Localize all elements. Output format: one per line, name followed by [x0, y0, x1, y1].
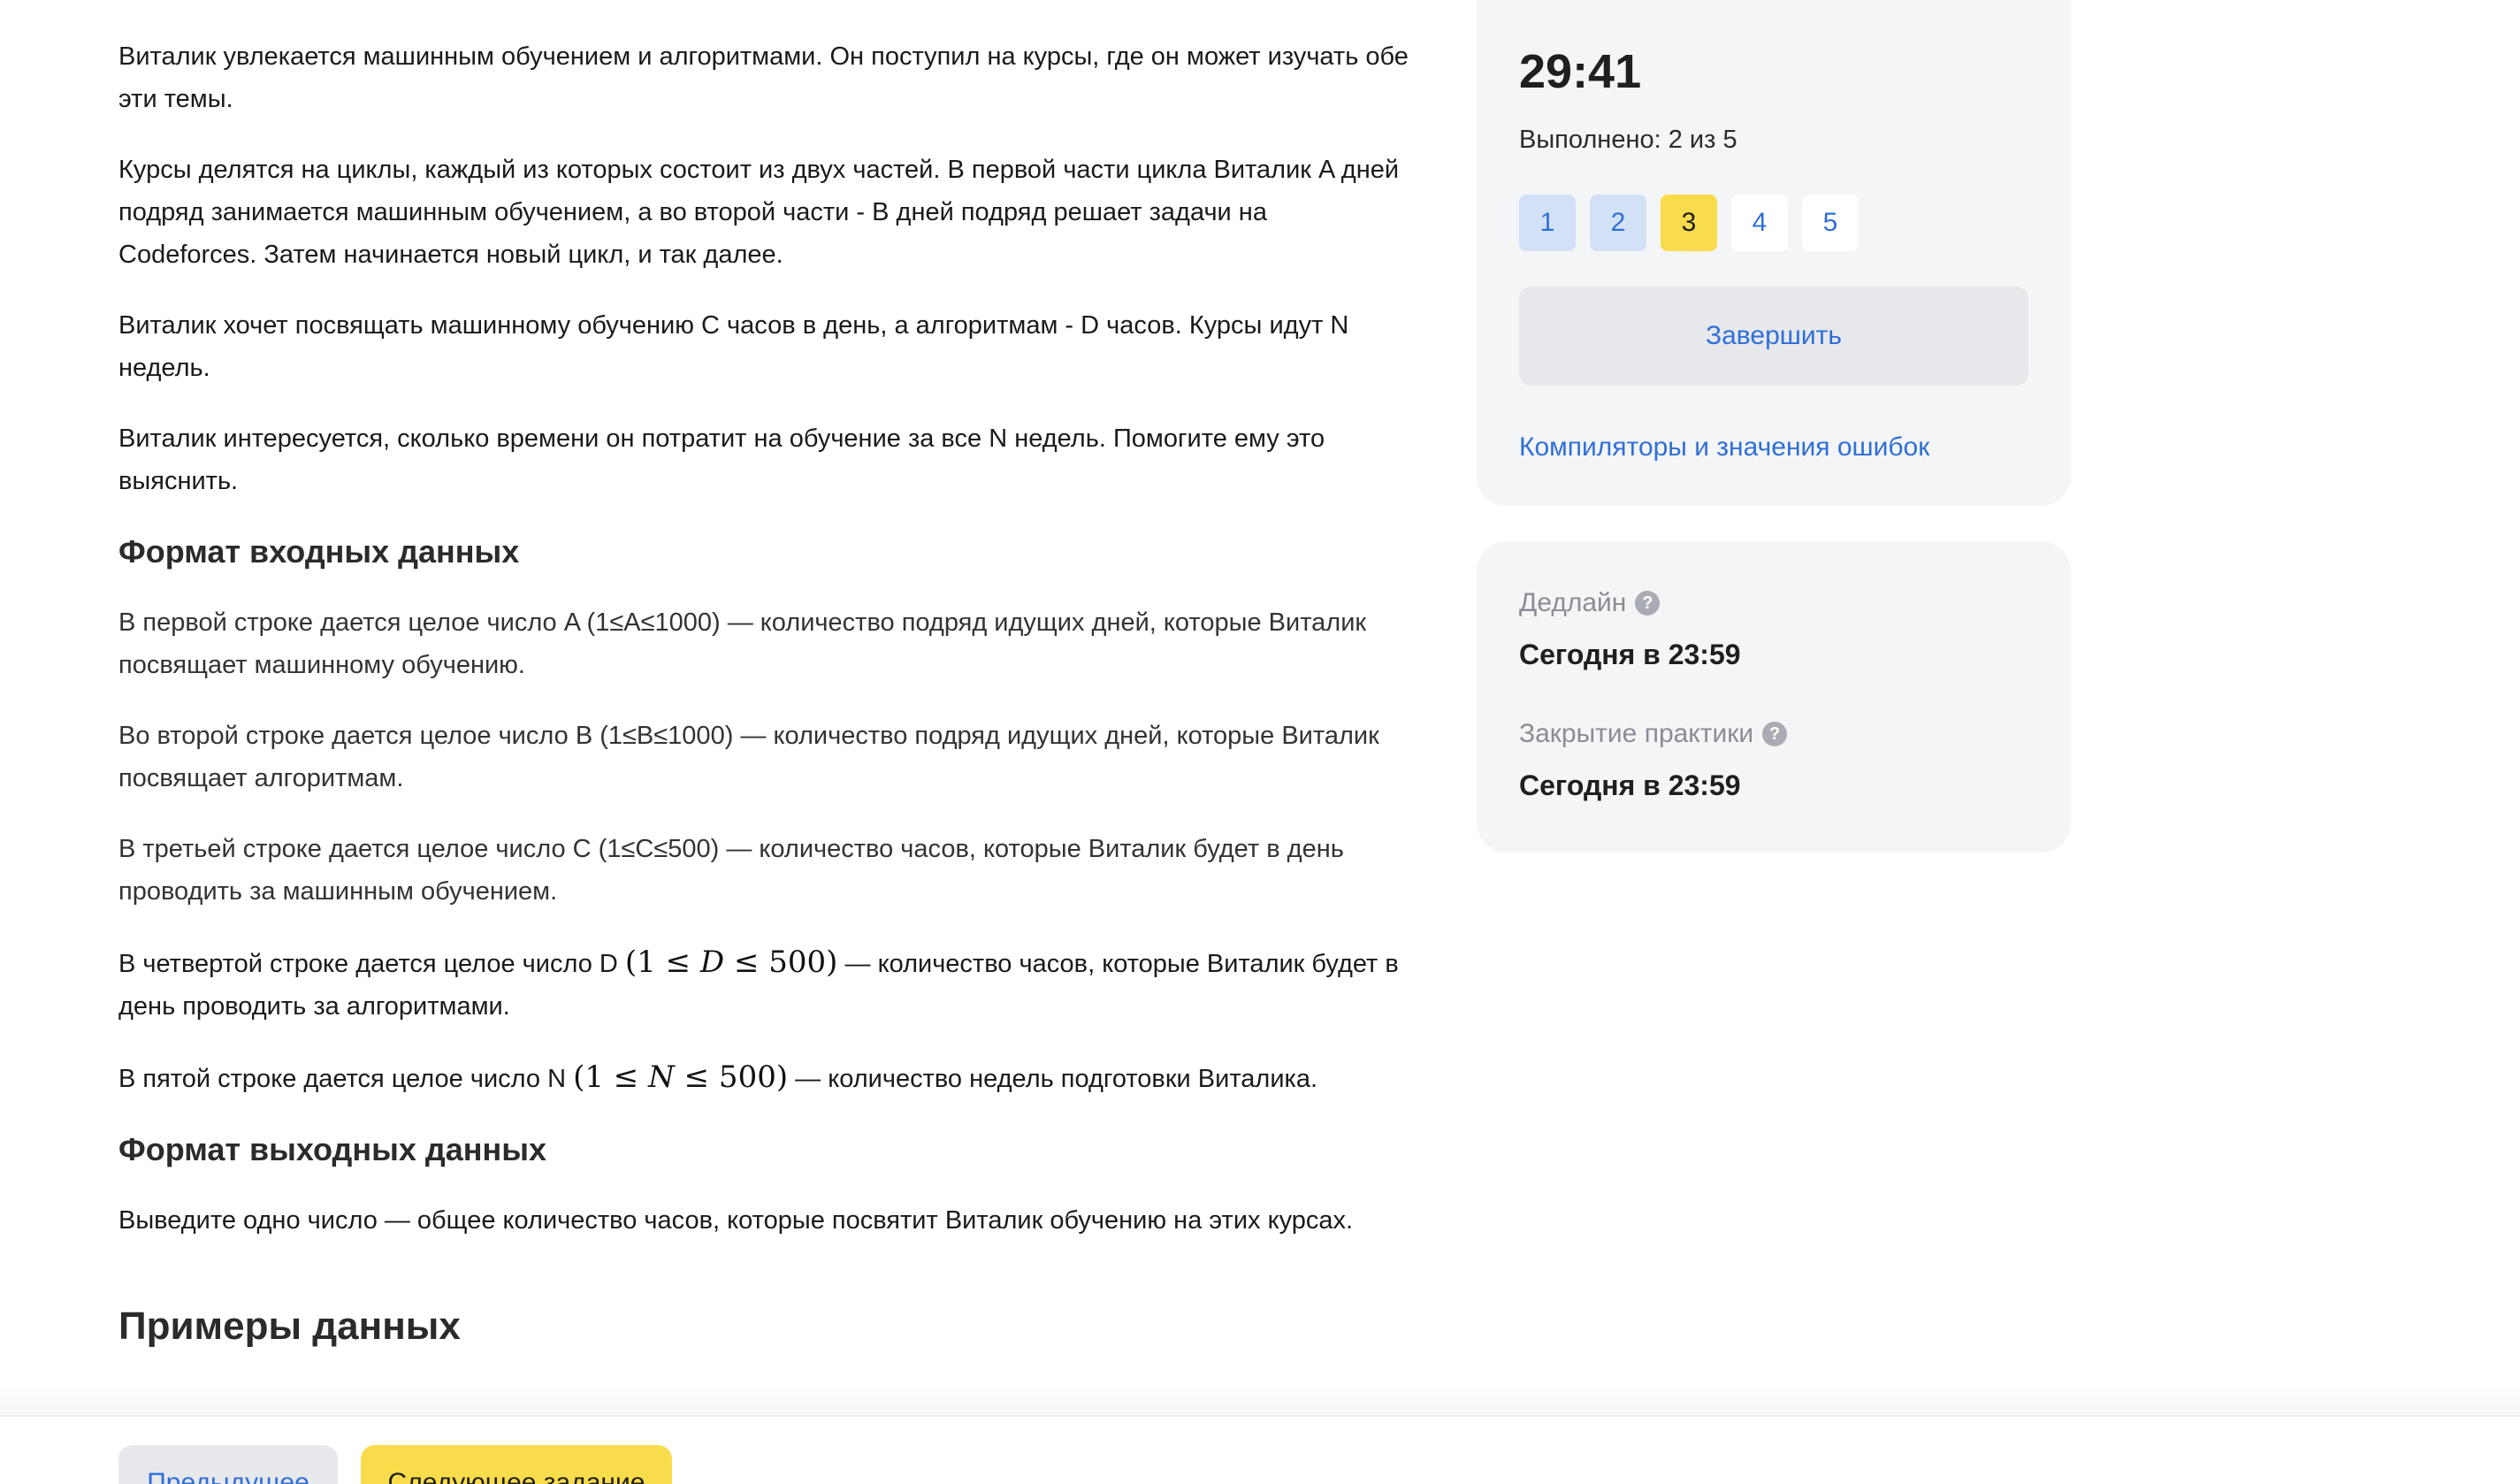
- task-navigator: 1 2 3 4 5: [1519, 195, 1859, 251]
- question-circle-icon[interactable]: ?: [1635, 591, 1661, 616]
- deadline-value: Сегодня в 23:59: [1519, 639, 1741, 670]
- bottom-navigation-bar: Предыдущее Следующее задание: [0, 1415, 2520, 1484]
- statement-paragraph: Виталик интересуется, сколько времени он…: [118, 425, 1325, 495]
- formula-close: ≤ 500): [674, 1059, 789, 1095]
- deadline-label: Дедлайн ?: [1519, 585, 1661, 621]
- output-format-heading: Формат выходных данных: [118, 1131, 547, 1167]
- input-line-b: Во второй строке дается целое число B (1…: [118, 722, 1379, 792]
- question-circle-icon[interactable]: ?: [1762, 722, 1788, 746]
- statement-paragraph: Курсы делятся на циклы, каждый из которы…: [118, 156, 1400, 269]
- progress-panel: 29:41 Выполнено: 2 из 5 1 2 3 4 5 Заверш…: [1477, 0, 2071, 506]
- formula-open: (1 ≤: [573, 1059, 649, 1095]
- input-line-n-text: В пятой строке дается целое число N: [118, 1065, 574, 1093]
- input-line-n: В пятой строке дается целое число N (1 ≤…: [118, 1056, 1409, 1100]
- output-format-text: Выведите одно число — общее количество ч…: [118, 1206, 1354, 1235]
- statement-paragraph: Виталик увлекается машинным обучением и …: [118, 42, 1409, 113]
- compilers-link[interactable]: Компиляторы и значения ошибок: [1519, 430, 1929, 465]
- timer: 29:41: [1519, 45, 1642, 98]
- statement-paragraph: Виталик хочет посвящать машинному обучен…: [118, 311, 1349, 382]
- previous-task-button[interactable]: Предыдущее: [118, 1445, 338, 1484]
- task-button-2[interactable]: 2: [1590, 195, 1646, 251]
- input-format-heading: Формат входных данных: [118, 533, 520, 570]
- next-task-button[interactable]: Следующее задание: [361, 1445, 672, 1484]
- closing-label-text: Закрытие практики: [1519, 719, 1754, 748]
- input-line-d-text: В четвертой строке дается целое число D: [118, 950, 625, 978]
- input-line-a: В первой строке дается целое число A (1≤…: [118, 608, 1367, 679]
- task-button-3[interactable]: 3: [1661, 195, 1717, 251]
- completed-counter: Выполнено: 2 из 5: [1519, 126, 1737, 154]
- task-button-5[interactable]: 5: [1802, 195, 1859, 251]
- examples-heading: Примеры данных: [118, 1304, 461, 1348]
- problem-statement: Виталик увлекается машинным обучением и …: [118, 35, 1409, 1353]
- input-line-n-description: — количество недель подготовки Виталика.: [788, 1065, 1318, 1093]
- closing-value: Сегодня в 23:59: [1519, 769, 1741, 801]
- formula-close: ≤ 500): [724, 945, 838, 980]
- input-line-c: В третьей строке дается целое число C (1…: [118, 835, 1344, 906]
- finish-button[interactable]: Завершить: [1519, 287, 2028, 386]
- constraint-formula-d: (1 ≤ D ≤ 500): [625, 945, 838, 980]
- task-button-1[interactable]: 1: [1519, 195, 1576, 251]
- formula-open: (1 ≤: [624, 945, 700, 980]
- formula-variable: D: [699, 945, 725, 980]
- constraint-formula-n: (1 ≤ N ≤ 500): [573, 1059, 788, 1095]
- closing-label: Закрытие практики ?: [1519, 716, 1788, 752]
- formula-variable: N: [648, 1059, 675, 1095]
- deadlines-panel: Дедлайн ? Сегодня в 23:59 Закрытие практ…: [1477, 541, 2071, 853]
- deadline-label-text: Дедлайн: [1519, 588, 1627, 617]
- task-button-4[interactable]: 4: [1731, 195, 1788, 251]
- input-line-d: В четвертой строке дается целое число D …: [118, 941, 1409, 1028]
- bottom-fade: [0, 1380, 2520, 1415]
